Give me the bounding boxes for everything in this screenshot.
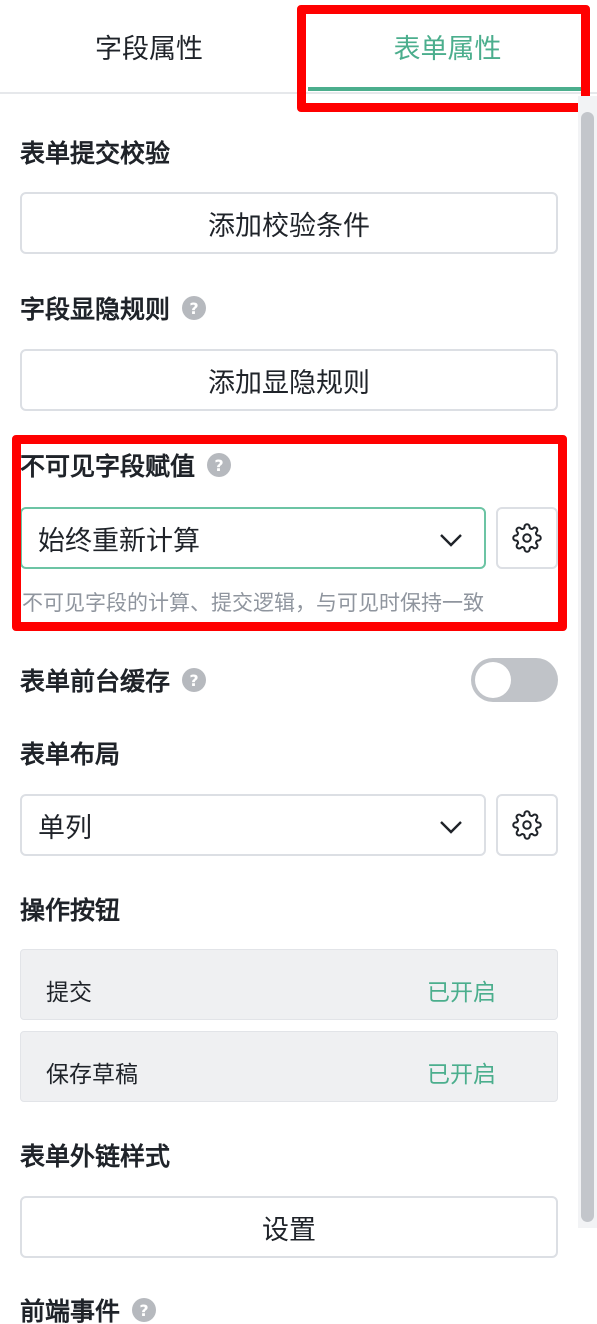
toggle-knob [475,662,511,698]
action-status: 已开启 [427,980,496,1006]
help-icon[interactable]: ? [207,453,232,477]
action-name: 提交 [46,980,92,1006]
invisible-assignment-hint: 不可见字段的计算、提交逻辑，与可见时保持一致 [22,591,484,615]
section-title-text: 操作按钮 [20,896,121,925]
section-title-text: 不可见字段赋值 [20,452,196,481]
section-title-frontend-cache: 表单前台缓存 ? [20,662,207,698]
section-title-text: 表单外链样式 [20,1142,171,1171]
action-name: 保存草稿 [46,1062,138,1088]
help-icon[interactable]: ? [182,668,207,692]
invisible-assignment-select[interactable]: 始终重新计算 [20,507,486,569]
section-title-layout: 表单布局 [20,735,120,771]
tab-field-properties[interactable]: 字段属性 [0,0,298,92]
gear-icon [512,810,542,840]
action-row-save-draft[interactable]: 保存草稿 已开启 [20,1031,558,1102]
gear-icon [512,523,542,553]
section-title-invisible-assignment: 不可见字段赋值 ? [20,447,232,483]
layout-select[interactable]: 单列 [20,794,486,856]
section-title-text: 表单前台缓存 [20,667,171,696]
properties-tabs: 字段属性 表单属性 [0,0,597,94]
action-status: 已开启 [427,1062,496,1088]
help-icon[interactable]: ? [182,296,207,320]
section-title-external-link-style: 表单外链样式 [20,1137,170,1173]
section-title-visibility-rules: 字段显隐规则 ? [20,290,207,326]
tab-form-properties[interactable]: 表单属性 [298,0,597,92]
active-tab-indicator [308,87,583,91]
section-title-text: 前端事件 [20,1297,121,1324]
add-visibility-rule-button[interactable]: 添加显隐规则 [20,349,558,411]
select-value: 始终重新计算 [38,525,200,557]
frontend-cache-toggle[interactable] [471,658,558,702]
chevron-down-icon [440,534,462,547]
section-title-text: 表单提交校验 [20,139,171,168]
section-title-submit-validation: 表单提交校验 [20,134,170,170]
external-link-settings-button[interactable]: 设置 [20,1196,558,1258]
section-title-text: 表单布局 [20,740,121,769]
action-row-submit[interactable]: 提交 已开启 [20,949,558,1020]
add-validation-button[interactable]: 添加校验条件 [20,192,558,254]
section-title-text: 字段显隐规则 [20,295,171,324]
scrollbar-thumb[interactable] [581,112,594,1222]
help-icon[interactable]: ? [132,1298,157,1322]
section-title-frontend-events: 前端事件 ? [20,1292,157,1324]
section-title-action-buttons: 操作按钮 [20,891,120,927]
chevron-down-icon [440,821,462,834]
select-value: 单列 [38,812,92,844]
invisible-assignment-settings-button[interactable] [496,507,558,569]
layout-settings-button[interactable] [496,794,558,856]
